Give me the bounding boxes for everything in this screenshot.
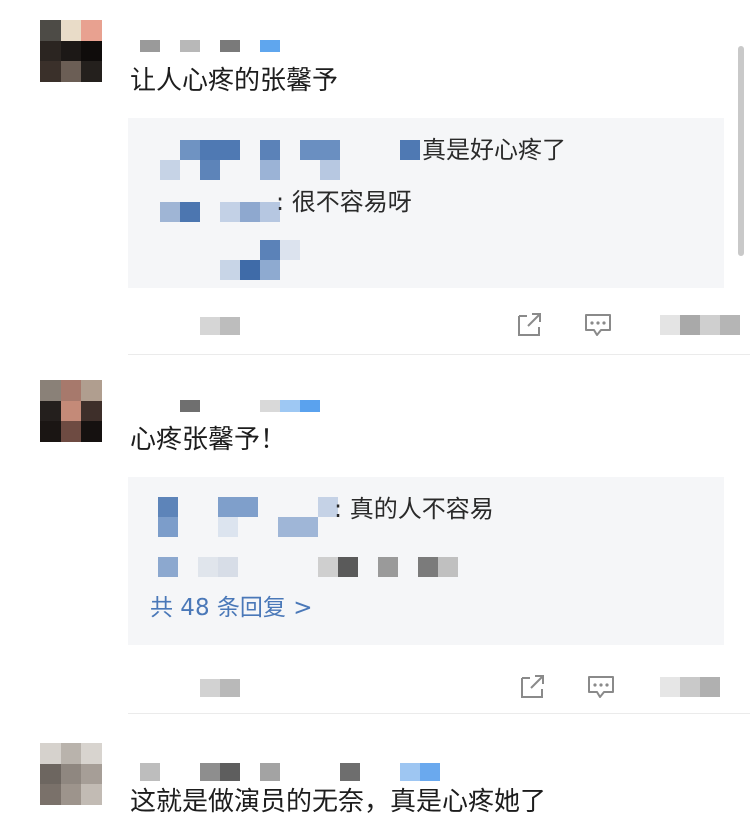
username[interactable] [140, 40, 280, 52]
timestamp [200, 679, 242, 697]
avatar[interactable] [40, 20, 102, 82]
reply-text: : 很不容易呀 [276, 188, 412, 216]
comment-icon[interactable] [583, 311, 613, 339]
like-icon[interactable] [660, 315, 740, 335]
comment-actions [0, 667, 750, 707]
more-replies-link[interactable]: 共 48 条回复 > [150, 593, 312, 623]
username[interactable] [180, 400, 320, 412]
comment-text: 让人心疼的张馨予 [130, 66, 339, 96]
reply-text: 真是好心疼了 [422, 136, 566, 164]
share-icon[interactable] [518, 673, 548, 701]
comment-text: 心疼张馨予！ [130, 425, 287, 455]
avatar[interactable] [40, 380, 102, 442]
comment-text: 这就是做演员的无奈，真是心疼她了 [130, 787, 547, 817]
reply-username-tail[interactable] [400, 140, 420, 160]
reply-preview[interactable]: : 真的人不容易 共 48 条回复 > [128, 477, 724, 645]
comment-item: 这就是做演员的无奈，真是心疼她了 [0, 715, 750, 831]
divider [128, 713, 750, 714]
reply-preview[interactable]: 真是好心疼了 : 很不容易呀 [128, 118, 724, 288]
reply-text: : 真的人不容易 [334, 495, 494, 523]
avatar[interactable] [40, 743, 102, 805]
comment-icon[interactable] [586, 673, 616, 701]
comment-item: 让人心疼的张馨予 真是好心疼了 : 很不容易呀 [0, 0, 750, 355]
username[interactable] [140, 763, 440, 781]
timestamp [200, 317, 242, 335]
comment-item: 心疼张馨予！ : 真的人不容易 共 48 条回复 > [0, 355, 750, 715]
share-icon[interactable] [515, 311, 545, 339]
like-icon[interactable] [660, 677, 720, 697]
comment-actions [0, 305, 750, 345]
